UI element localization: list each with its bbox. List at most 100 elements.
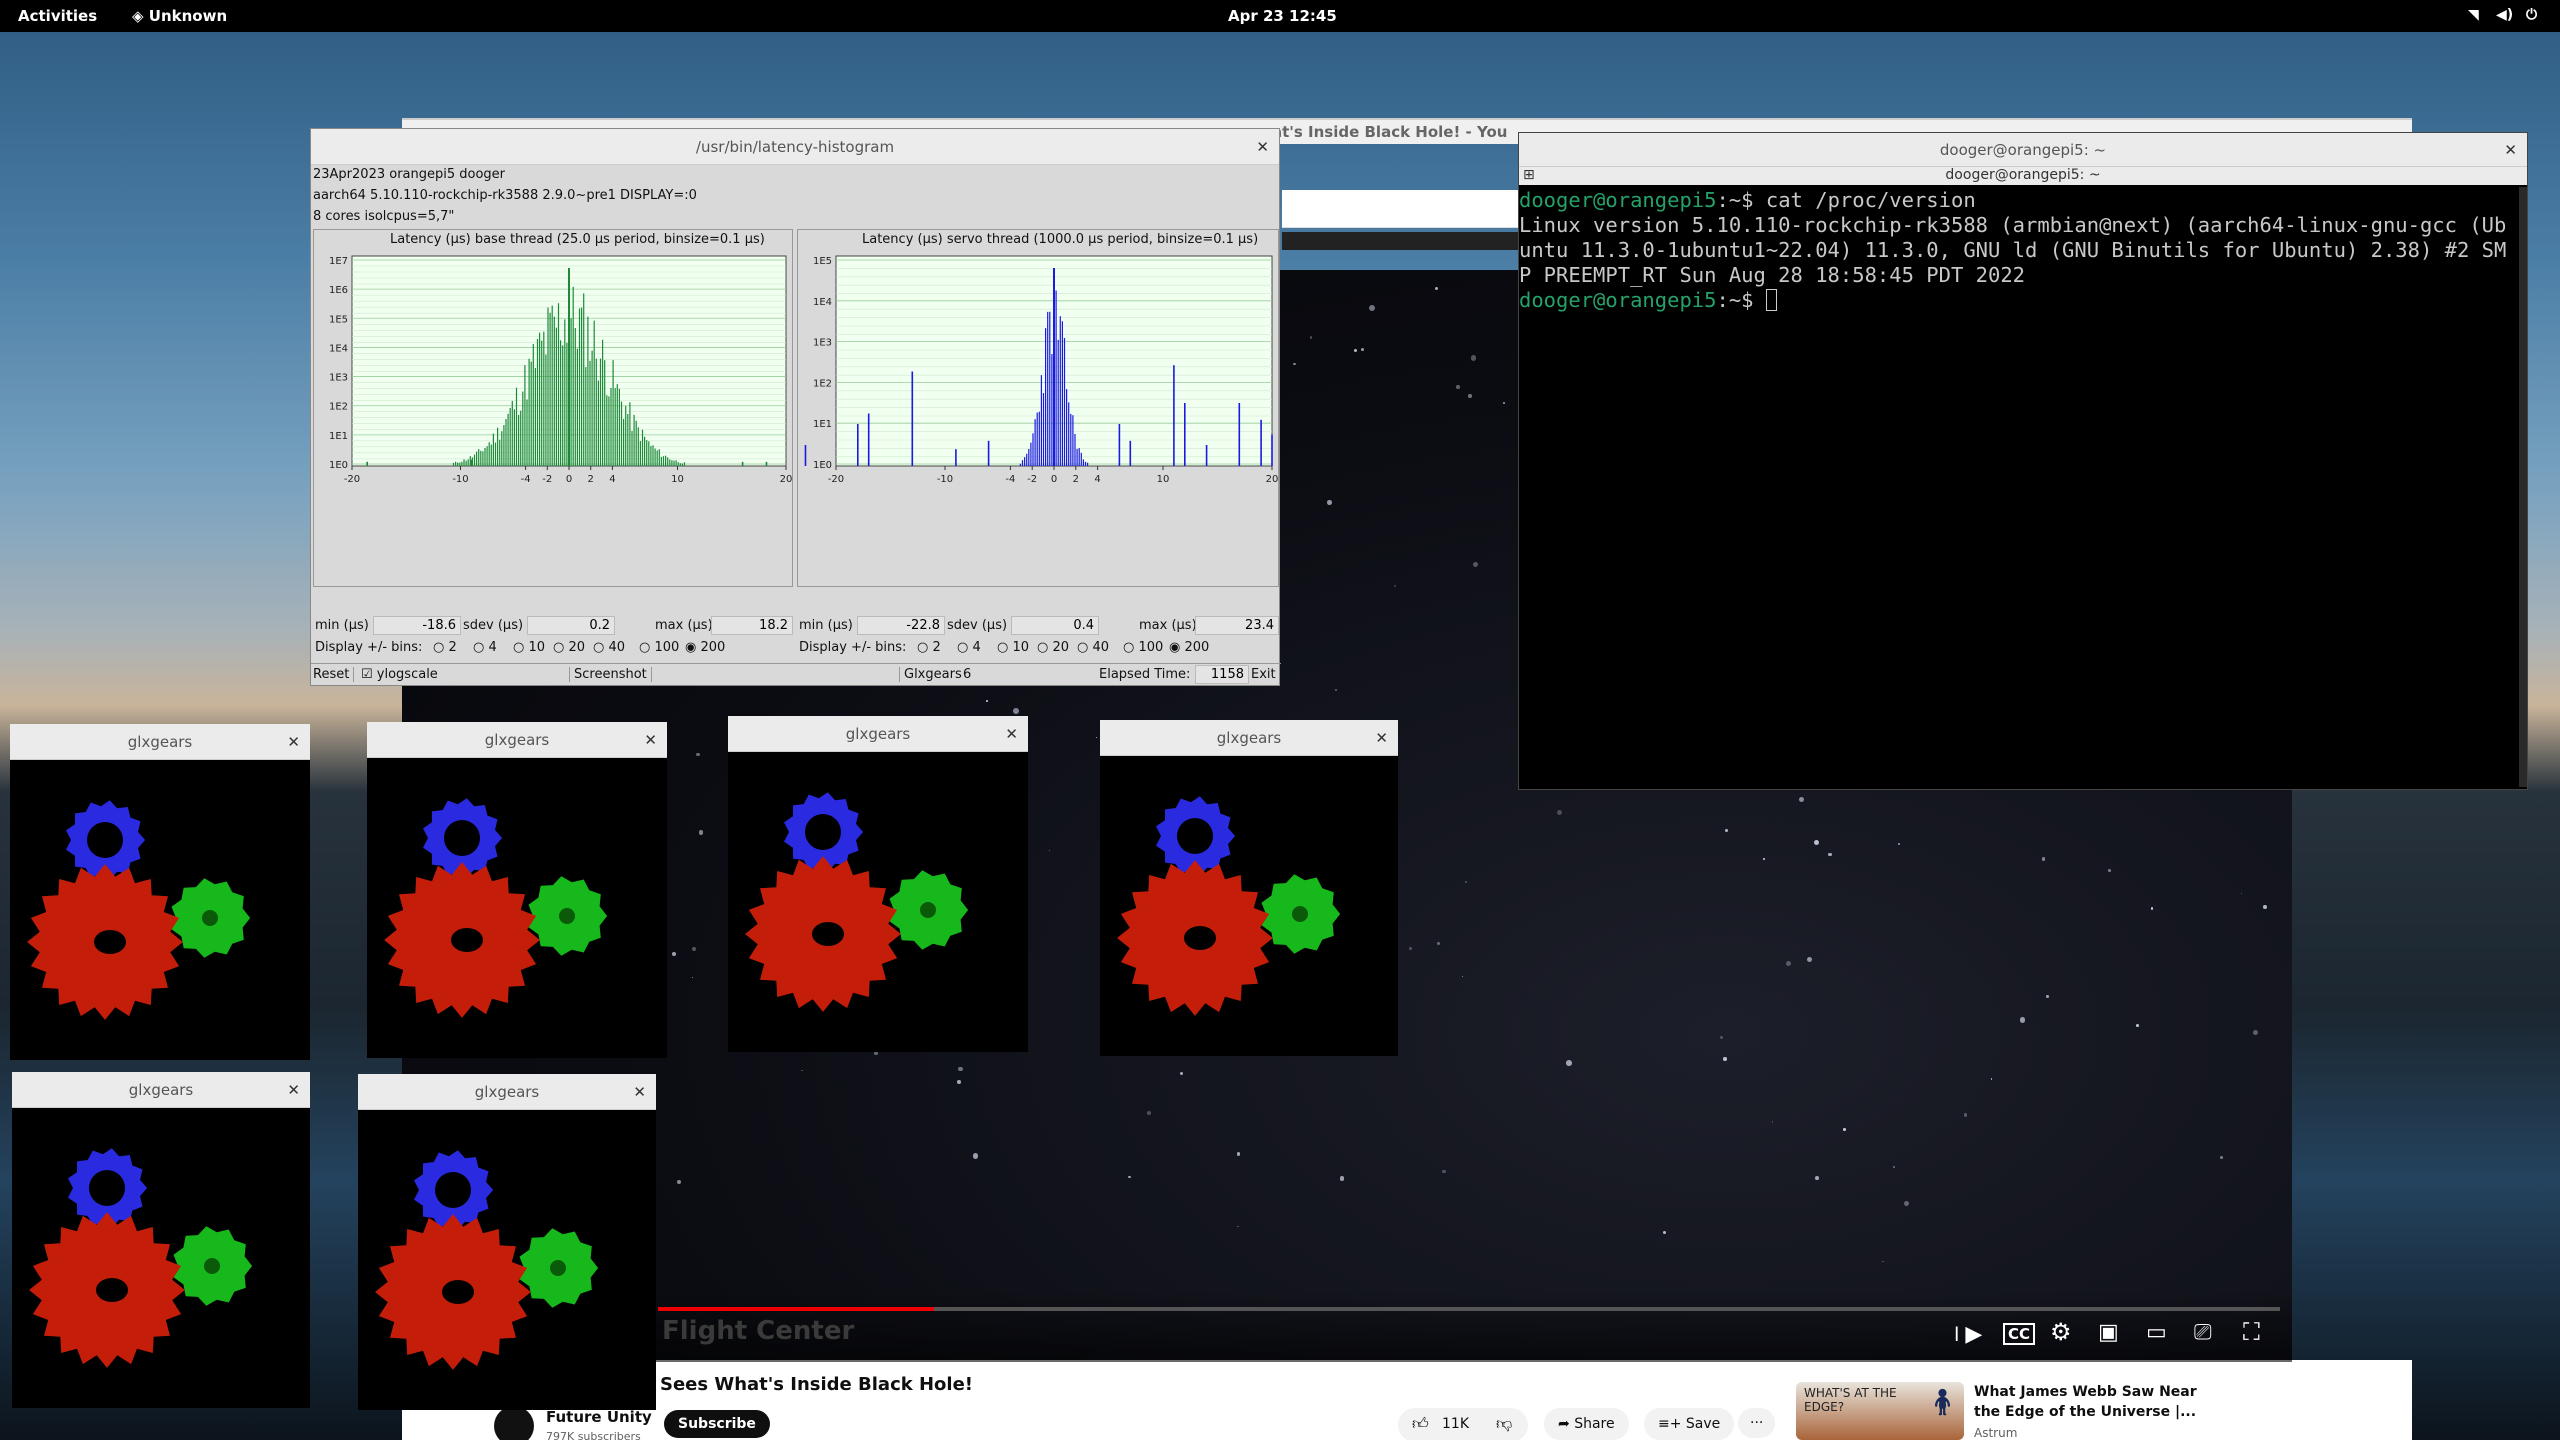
terminal-titlebar[interactable]: dooger@orangepi5: ~ ✕ [1519,133,2527,167]
star [692,977,694,979]
bins-radio-200[interactable]: ◉ 200 [1169,640,1209,655]
star [1293,362,1296,365]
glxgears-titlebar[interactable]: glxgears ✕ [367,722,667,758]
share-button[interactable]: ➦ Share [1544,1408,1629,1440]
cast-icon[interactable]: ⎚ [2194,1320,2212,1345]
star [1353,348,1358,352]
like-count: 11K [1442,1416,1469,1432]
ylogscale-checkbox[interactable]: ☑ ylogscale [361,667,438,682]
close-icon[interactable]: ✕ [287,724,300,759]
glxgears-button[interactable]: Glxgears [899,667,962,682]
servo-max-value: 23.4 [1195,616,1279,635]
like-icon[interactable]: 👍︎ [1412,1414,1429,1434]
latency-titlebar[interactable]: /usr/bin/latency-histogram ✕ [311,129,1279,165]
prompt-symbol: :~$ [1716,288,1766,312]
captions-icon[interactable]: CC [2003,1323,2036,1345]
star [1179,1071,1184,1076]
gears-render [375,1150,599,1370]
bins-radio-40[interactable]: ○ 40 [1077,640,1109,655]
terminal-tab[interactable]: ⊞ dooger@orangepi5: ~ [1519,167,2527,185]
glxgears-titlebar[interactable]: glxgears ✕ [1100,720,1398,756]
close-icon[interactable]: ✕ [633,1074,646,1109]
glxgears-window[interactable]: glxgears ✕ [728,716,1028,1052]
bins-radio-20[interactable]: ○ 20 [1037,640,1069,655]
bins-radio-200[interactable]: ◉ 200 [685,640,725,655]
glxgears-window[interactable]: glxgears ✕ [367,722,667,1058]
recommended-title-line1[interactable]: What James Webb Saw Near [1974,1384,2197,1400]
bins-radio-2[interactable]: ○ 2 [917,640,941,655]
share-icon: ➦ [1558,1416,1575,1432]
autoplay-toggle[interactable]: ⏽▶ [1948,1322,1982,1347]
base-thread-panel: Latency (µs) base thread (25.0 µs period… [313,229,793,587]
channel-avatar[interactable] [494,1406,534,1440]
close-icon[interactable]: ✕ [1256,129,1269,164]
close-icon[interactable]: ✕ [644,722,657,757]
glxgears-window[interactable]: glxgears ✕ [10,724,310,1060]
app-menu[interactable]: ◈ Unknown [132,7,227,25]
star [2241,892,2243,894]
glxgears-window[interactable]: glxgears ✕ [358,1074,656,1410]
fullscreen-icon[interactable]: ⛶ [2243,1318,2260,1346]
star [1806,956,1812,962]
bins-radio-20[interactable]: ○ 20 [553,640,585,655]
close-icon[interactable]: ✕ [2504,133,2517,166]
gear-hole [1184,926,1216,950]
astronaut-icon: 🧍︎ [1926,1388,1960,1418]
new-tab-icon[interactable]: ⊞ [1523,167,1535,183]
activities-button[interactable]: Activities [18,7,97,25]
bins-radio-4[interactable]: ○ 4 [957,640,981,655]
exit-button[interactable]: Exit [1251,667,1276,682]
star [1442,1170,1446,1174]
star [2252,1030,2258,1036]
glxgears-titlebar[interactable]: glxgears ✕ [12,1072,310,1108]
glxgears-window[interactable]: glxgears ✕ [12,1072,310,1408]
glxgears-titlebar[interactable]: glxgears ✕ [10,724,310,760]
wifi-icon[interactable]: ◥ [2468,7,2479,23]
bins-radio-100[interactable]: ○ 100 [1123,640,1163,655]
glxgears-titlebar[interactable]: glxgears ✕ [728,716,1028,752]
reset-button[interactable]: Reset [313,667,355,682]
bins-radio-10[interactable]: ○ 10 [513,640,545,655]
ylogscale-label: ylogscale [376,667,438,682]
glxgears-window[interactable]: glxgears ✕ [1100,720,1398,1056]
gear-hole [559,908,575,924]
recommended-channel: Astrum [1974,1426,2018,1440]
star [1963,1113,1968,1117]
recommended-title-line2[interactable]: the Edge of the Universe |... [1974,1404,2196,1420]
glxgears-titlebar[interactable]: glxgears ✕ [358,1074,656,1110]
subscribe-button[interactable]: Subscribe [664,1410,770,1438]
y-tick-label: 1E0 [813,460,832,471]
miniplayer-icon[interactable]: ▣ [2098,1320,2119,1345]
power-icon[interactable]: ⏻ [2526,7,2537,23]
recommended-thumbnail[interactable]: WHAT'S AT THE EDGE? 🧍︎ [1796,1382,1964,1440]
bins-radio-4[interactable]: ○ 4 [473,640,497,655]
star [1813,840,1820,846]
more-actions-button[interactable]: ··· [1738,1408,1776,1438]
progress-track[interactable] [658,1307,2280,1311]
close-icon[interactable]: ✕ [1375,720,1388,755]
bins-radio-100[interactable]: ○ 100 [639,640,679,655]
star [671,951,676,956]
bins-radio-40[interactable]: ○ 40 [593,640,625,655]
star [1566,1060,1572,1066]
screenshot-button[interactable]: Screenshot [569,667,652,682]
like-dislike-group: 👍︎ 11K 👎︎ [1398,1408,1528,1440]
bins-radio-2[interactable]: ○ 2 [433,640,457,655]
save-button[interactable]: ≡+ Save [1644,1408,1735,1440]
gear-hole [550,1260,566,1276]
clock[interactable]: Apr 23 12:45 [1228,7,1337,25]
terminal-scrollbar[interactable] [2519,187,2527,787]
volume-icon[interactable]: ◀) [2496,7,2513,23]
channel-name[interactable]: Future Unity [546,1408,652,1426]
close-icon[interactable]: ✕ [1005,716,1018,751]
gear-hole [202,910,218,926]
close-icon[interactable]: ✕ [287,1072,300,1107]
settings-gear-icon[interactable]: ⚙ [2050,1318,2072,1346]
terminal-window[interactable]: dooger@orangepi5: ~ ✕ ⊞ dooger@orangepi5… [1518,132,2528,790]
star [1725,828,1728,832]
dislike-icon[interactable]: 👎︎ [1496,1414,1512,1434]
theater-mode-icon[interactable]: ▭ [2146,1320,2167,1345]
x-tick-label: 20 [780,474,792,485]
bins-radio-10[interactable]: ○ 10 [997,640,1029,655]
servo-sdev-label: sdev (µs) [947,618,1008,633]
